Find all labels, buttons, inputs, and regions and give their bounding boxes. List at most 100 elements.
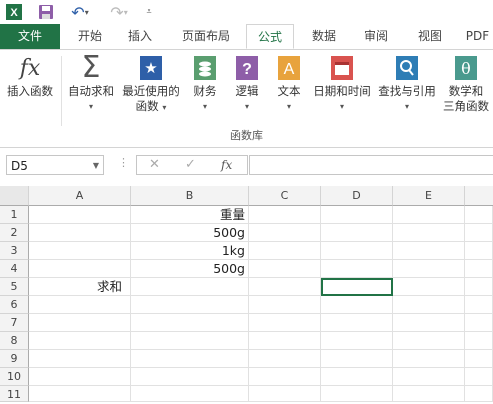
cell-b6[interactable]: [131, 296, 249, 314]
cell-b2[interactable]: 500g: [131, 224, 249, 242]
cell-b1[interactable]: 重量: [131, 206, 249, 224]
cell-c5[interactable]: [249, 278, 321, 296]
name-box[interactable]: D5 ▼: [6, 155, 104, 175]
cell-e10[interactable]: [393, 368, 465, 386]
autosum-button[interactable]: Σ 自动求和 ▾: [64, 53, 118, 114]
cell-c3[interactable]: [249, 242, 321, 260]
cell-f4[interactable]: [465, 260, 493, 278]
cell-c11[interactable]: [249, 386, 321, 402]
tab-review[interactable]: 审阅: [354, 24, 398, 49]
date-time-button[interactable]: 日期和时间 ▾: [310, 54, 374, 114]
cell-f8[interactable]: [465, 332, 493, 350]
logical-button[interactable]: ? 逻辑 ▾: [228, 54, 266, 114]
financial-button[interactable]: 财务 ▾: [186, 54, 224, 114]
cell-f6[interactable]: [465, 296, 493, 314]
recently-used-button[interactable]: ★ 最近使用的 函数 ▾: [120, 54, 182, 115]
cell-d3[interactable]: [321, 242, 393, 260]
row-header[interactable]: 4: [0, 260, 29, 278]
tab-data[interactable]: 数据: [302, 24, 346, 49]
cell-e9[interactable]: [393, 350, 465, 368]
row-header[interactable]: 7: [0, 314, 29, 332]
select-all-corner[interactable]: [0, 186, 29, 206]
cell-b5[interactable]: [131, 278, 249, 296]
undo-button[interactable]: ↶ ▾: [64, 2, 96, 22]
cell-f3[interactable]: [465, 242, 493, 260]
tab-file[interactable]: 文件: [0, 24, 60, 49]
enter-icon[interactable]: ✓: [185, 156, 196, 174]
insert-function-button[interactable]: fx 插入函数: [2, 54, 58, 99]
cell-f2[interactable]: [465, 224, 493, 242]
cell-c8[interactable]: [249, 332, 321, 350]
tab-view[interactable]: 视图: [408, 24, 452, 49]
cell-c9[interactable]: [249, 350, 321, 368]
cell-f5[interactable]: [465, 278, 493, 296]
cell-c1[interactable]: [249, 206, 321, 224]
cell-a10[interactable]: [29, 368, 131, 386]
math-trig-button[interactable]: θ 数学和 三角函数: [440, 54, 492, 114]
cell-f1[interactable]: [465, 206, 493, 224]
tab-home[interactable]: 开始: [68, 24, 112, 49]
cell-d8[interactable]: [321, 332, 393, 350]
cell-b10[interactable]: [131, 368, 249, 386]
text-button[interactable]: A 文本 ▾: [270, 54, 308, 114]
cell-a2[interactable]: [29, 224, 131, 242]
cell-d1[interactable]: [321, 206, 393, 224]
cell-e1[interactable]: [393, 206, 465, 224]
column-header-b[interactable]: B: [131, 186, 249, 206]
cell-a11[interactable]: [29, 386, 131, 402]
cell-a3[interactable]: [29, 242, 131, 260]
column-header-a[interactable]: A: [29, 186, 131, 206]
column-header-f[interactable]: [465, 186, 493, 206]
cell-a4[interactable]: [29, 260, 131, 278]
row-header[interactable]: 8: [0, 332, 29, 350]
tab-page-layout[interactable]: 页面布局: [172, 24, 240, 49]
row-header[interactable]: 1: [0, 206, 29, 224]
row-header[interactable]: 6: [0, 296, 29, 314]
formula-bar-grip-icon[interactable]: ⋮: [118, 156, 129, 169]
cell-d10[interactable]: [321, 368, 393, 386]
cell-c7[interactable]: [249, 314, 321, 332]
cell-b9[interactable]: [131, 350, 249, 368]
cell-c10[interactable]: [249, 368, 321, 386]
cell-a6[interactable]: [29, 296, 131, 314]
row-header[interactable]: 11: [0, 386, 29, 402]
customize-toolbar-icon[interactable]: ⩡: [142, 2, 156, 22]
cell-b7[interactable]: [131, 314, 249, 332]
cell-c6[interactable]: [249, 296, 321, 314]
insert-function-icon[interactable]: fx: [221, 156, 232, 174]
save-icon[interactable]: [36, 2, 56, 22]
cell-e6[interactable]: [393, 296, 465, 314]
column-header-e[interactable]: E: [393, 186, 465, 206]
row-header[interactable]: 10: [0, 368, 29, 386]
cell-c2[interactable]: [249, 224, 321, 242]
cell-f7[interactable]: [465, 314, 493, 332]
row-header[interactable]: 9: [0, 350, 29, 368]
cancel-icon[interactable]: ✕: [149, 156, 160, 174]
cell-e3[interactable]: [393, 242, 465, 260]
formula-input[interactable]: [249, 155, 493, 175]
cell-d9[interactable]: [321, 350, 393, 368]
column-header-c[interactable]: C: [249, 186, 321, 206]
cell-e2[interactable]: [393, 224, 465, 242]
column-header-d[interactable]: D: [321, 186, 393, 206]
cell-a7[interactable]: [29, 314, 131, 332]
cell-d6[interactable]: [321, 296, 393, 314]
cell-a1[interactable]: [29, 206, 131, 224]
cell-b8[interactable]: [131, 332, 249, 350]
row-header[interactable]: 3: [0, 242, 29, 260]
cell-e8[interactable]: [393, 332, 465, 350]
chevron-down-icon[interactable]: ▼: [93, 156, 99, 176]
row-header[interactable]: 5: [0, 278, 29, 296]
tab-pdf[interactable]: PDF: [462, 24, 493, 49]
cell-d4[interactable]: [321, 260, 393, 278]
cell-d7[interactable]: [321, 314, 393, 332]
cell-e4[interactable]: [393, 260, 465, 278]
cell-b4[interactable]: 500g: [131, 260, 249, 278]
cell-a5[interactable]: 求和: [29, 278, 131, 296]
redo-button[interactable]: ↷ ▾: [104, 2, 134, 22]
cell-b3[interactable]: 1kg: [131, 242, 249, 260]
tab-insert[interactable]: 插入: [118, 24, 162, 49]
cell-c4[interactable]: [249, 260, 321, 278]
cell-a9[interactable]: [29, 350, 131, 368]
cell-d11[interactable]: [321, 386, 393, 402]
